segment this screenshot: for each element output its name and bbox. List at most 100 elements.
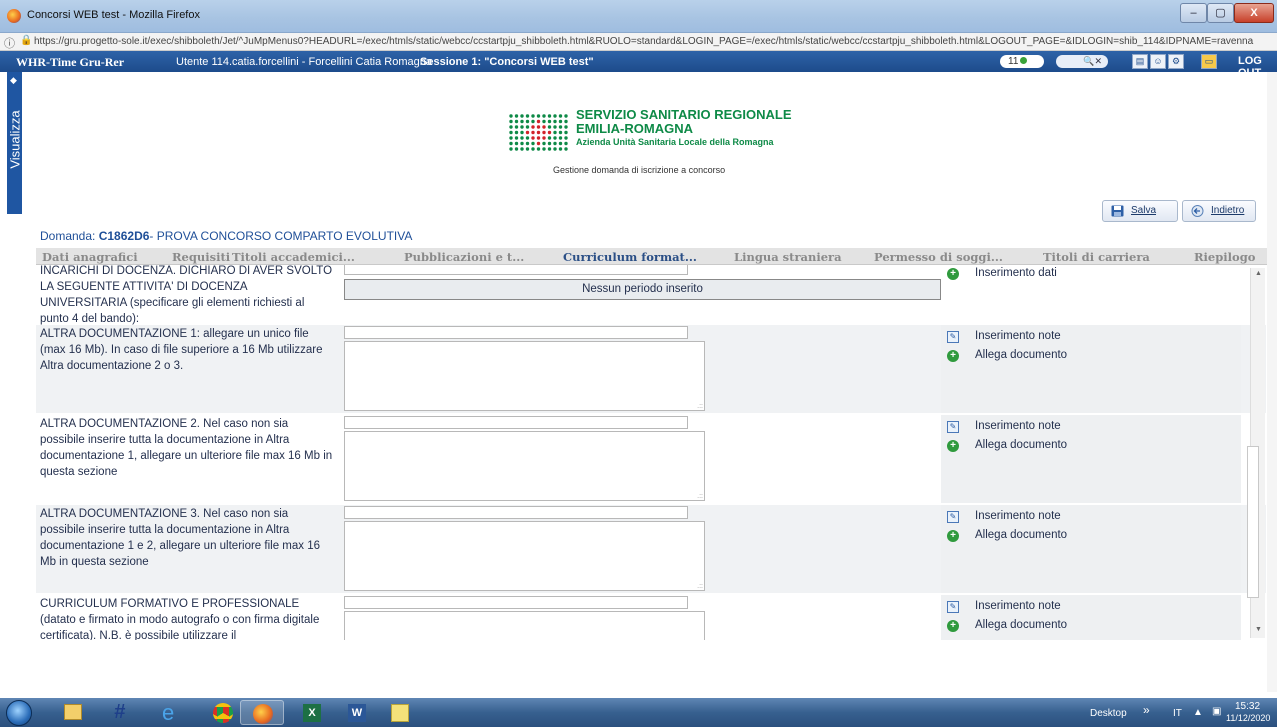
counter-badge[interactable]: 11 [1000,55,1044,68]
plus-icon: + [947,530,959,542]
inserimento-note-link[interactable]: ✎ Inserimento note [947,330,1061,343]
notes-textarea[interactable]: .:: [344,521,705,591]
clear-icon[interactable]: ✕ [1094,56,1102,66]
allega-documento-link[interactable]: + Allega documento [947,529,1067,542]
tab-titoli-accademici[interactable]: Titoli accademici... [232,250,355,264]
taskbar-app-word[interactable]: W [335,700,379,725]
row-description: ALTRA DOCUMENTAZIONE 2. Nel caso non sia… [40,418,333,478]
tab-titoli-di-carriera[interactable]: Titoli di carriera [1043,250,1150,264]
title-input[interactable] [344,416,688,429]
app-header: WHR-Time Gru-Rer Utente 114.catia.forcel… [0,51,1277,79]
app-name: WHR-Time Gru-Rer [16,55,125,69]
taskbar-app-h[interactable]: # [100,700,144,725]
search-icon: 🔍 [1083,56,1095,66]
inserimento-note-link[interactable]: ✎ Inserimento note [947,420,1061,433]
visualizza-sidetab[interactable]: ◆ Visualizza [7,72,23,214]
resize-grip-icon[interactable]: .:: [697,493,703,500]
allega-documento-link[interactable]: + Allega documento [947,349,1068,362]
lock-icon[interactable]: 🔒 [20,35,32,46]
plus-icon: + [947,350,959,362]
url-text[interactable]: https://gru.progetto-sole.it/exec/shibbo… [34,36,1274,47]
session-info: Sessione 1: "Concorsi WEB test" [420,56,594,68]
row-altra-documentazione-3: ALTRA DOCUMENTAZIONE 3. Nel caso non sia… [36,505,1266,593]
taskbar-app-excel[interactable]: X [290,700,334,725]
people-icon[interactable]: ☺ [1150,54,1166,69]
notes-textarea[interactable]: .:: [344,431,705,501]
start-button[interactable] [0,698,40,727]
language-indicator[interactable]: IT [1173,708,1182,719]
row-actions: ✎ Inserimento note + Allega documento [941,415,1241,503]
content-scroll-thumb[interactable] [1247,446,1259,598]
taskbar-app-notes[interactable] [378,700,422,725]
title-input[interactable] [344,326,688,339]
tab-requisiti[interactable]: Requisiti [172,250,230,264]
desktop-toolbar-label[interactable]: Desktop [1090,708,1127,719]
page-scrollbar[interactable] [1267,72,1277,692]
back-button[interactable]: Indietro [1182,200,1256,222]
edit-note-icon: ✎ [947,331,959,343]
search-box[interactable]: 🔍✕ [1056,55,1108,68]
row-actions: ✎ Inserimento note + Allega documento [941,505,1241,593]
scroll-down-icon[interactable]: ▼ [1255,626,1262,633]
url-bar[interactable]: ⓘ 🔒 https://gru.progetto-sole.it/exec/sh… [0,33,1277,51]
clock-date[interactable]: 11/12/2020 [1226,713,1270,723]
clock-time[interactable]: 15:32 [1235,701,1260,712]
windows-taskbar: # e X W Desktop » IT ▲ ▣ 15:32 11/12/202… [0,698,1277,727]
resize-grip-icon[interactable]: .:: [697,583,703,590]
tab-riepilogo[interactable]: Riepilogo [1194,250,1255,264]
inserimento-note-link[interactable]: ✎ Inserimento note [947,600,1061,613]
notes-textarea[interactable]: .:: [344,341,705,411]
action-label: Inserimento note [975,420,1061,432]
row-curriculum-formativo: CURRICULUM FORMATIVO E PROFESSIONALE (da… [36,595,1266,640]
taskbar-app-ie[interactable]: e [150,700,194,725]
tab-curriculum-formativo[interactable]: Curriculum format... [563,250,697,264]
excel-icon: X [303,704,321,722]
taskbar-app-chrome[interactable] [200,700,244,725]
minimize-button[interactable]: – [1180,3,1207,23]
tab-dati-anagrafici[interactable]: Dati anagrafici [42,250,138,264]
scroll-up-icon[interactable]: ▲ [1255,270,1262,277]
network-icon[interactable]: ▣ [1212,706,1221,717]
tab-permesso-di-soggiorno[interactable]: Permesso di soggi... [874,250,1003,264]
logo-line-2: EMILIA-ROMAGNA [576,121,693,136]
inserimento-dati-link[interactable]: + Inserimento dati [947,267,1057,280]
logo-line-3: Azienda Unità Sanitaria Locale della Rom… [576,137,774,147]
back-label: Indietro [1211,205,1245,216]
page-subtitle: Gestione domanda di iscrizione a concors… [553,165,726,175]
word-icon: W [348,704,366,722]
form-content: INCARICHI DI DOCENZA. DICHIARO DI AVER S… [36,265,1266,640]
allega-documento-link[interactable]: + Allega documento [947,619,1068,632]
domanda-code: C1862D6 [98,229,150,243]
row-altra-documentazione-2: ALTRA DOCUMENTAZIONE 2. Nel caso non sia… [36,415,1266,503]
action-label: Allega documento [975,619,1068,631]
tray-arrow-icon[interactable]: ▲ [1193,707,1203,718]
title-input[interactable] [344,596,688,609]
maximize-button[interactable]: ▢ [1207,3,1234,23]
tab-pubblicazioni[interactable]: Pubblicazioni e t... [404,250,524,264]
allega-documento-link[interactable]: + Allega documento [947,439,1067,452]
info-icon[interactable]: ⓘ [4,35,15,51]
action-label: Allega documento [975,349,1068,361]
close-button[interactable]: X [1234,3,1274,23]
title-input[interactable] [344,506,688,519]
taskbar-app-firefox[interactable] [240,700,284,725]
inserimento-note-link[interactable]: ✎ Inserimento note [947,510,1061,523]
save-button[interactable]: Salva [1102,200,1178,222]
logo-line-1: SERVIZIO SANITARIO REGIONALE [576,107,792,122]
notes-textarea[interactable] [344,611,705,640]
resize-grip-icon[interactable]: .:: [697,403,703,410]
folder-icon[interactable]: ▭ [1201,54,1217,69]
window-titlebar: Concorsi WEB test - Mozilla Firefox – ▢ … [0,0,1277,33]
title-input[interactable] [344,265,688,275]
row-description: ALTRA DOCUMENTAZIONE 1: allegare un unic… [40,328,323,372]
taskbar-app-explorer[interactable] [50,700,94,725]
chevron-right-icon[interactable]: » [1143,703,1150,717]
file-manager-icon [64,704,82,720]
row-description: CURRICULUM FORMATIVO E PROFESSIONALE (da… [40,598,320,640]
row-actions: ✎ Inserimento note + Allega documento [941,595,1241,640]
window-title: Concorsi WEB test - Mozilla Firefox [27,9,200,21]
document-icon[interactable]: ▤ [1132,54,1148,69]
tab-lingua-straniera[interactable]: Lingua straniera [734,250,842,264]
settings-icon[interactable]: ⚙ [1168,54,1184,69]
sticky-app-icon [391,704,409,722]
